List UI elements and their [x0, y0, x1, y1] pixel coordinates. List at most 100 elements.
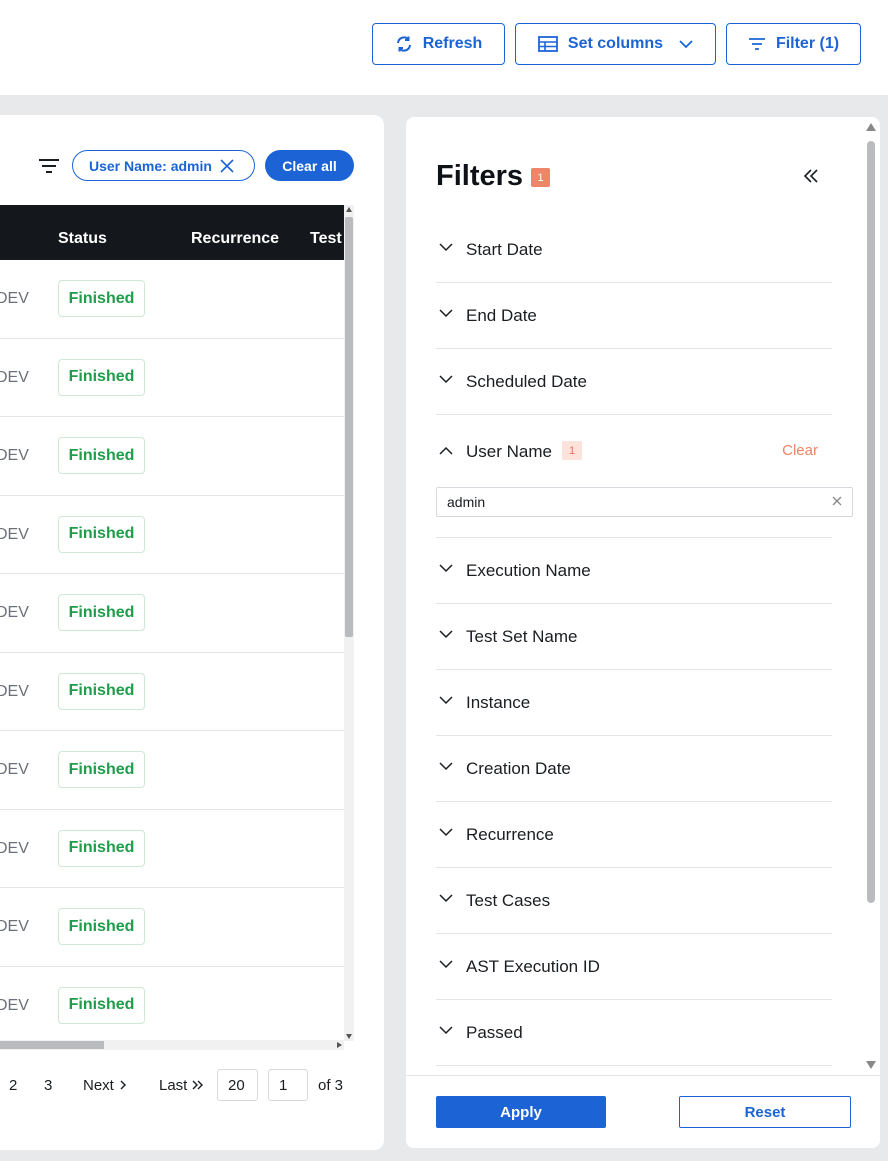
last-label: Last [159, 1076, 188, 1094]
chevron-down-icon [439, 894, 453, 903]
filters-title: Filters [436, 160, 524, 192]
status-badge: Finished [58, 358, 145, 396]
table-header: Status Recurrence Test [0, 205, 344, 260]
column-header-test[interactable]: Test [310, 230, 342, 248]
apply-button[interactable]: Apply [436, 1096, 606, 1128]
page-number-input[interactable]: 1 [268, 1069, 308, 1101]
instance-cell: DEV [0, 368, 29, 386]
filters-vertical-scrollbar[interactable] [863, 121, 879, 1071]
filter-label: Instance [466, 693, 531, 712]
scroll-right-arrow-icon[interactable] [337, 1042, 342, 1048]
instance-cell: DEV [0, 918, 29, 935]
chevron-down-icon [439, 828, 453, 837]
table-row[interactable]: DEV Finished [0, 260, 344, 339]
last-page-button[interactable]: Last [159, 1069, 204, 1101]
chevron-down-icon [439, 1026, 453, 1035]
filter-label: End Date [466, 306, 537, 325]
table-row[interactable]: DEV Finished [0, 731, 344, 810]
table-horizontal-scrollbar[interactable] [0, 1040, 344, 1050]
scroll-up-arrow-icon[interactable] [866, 123, 876, 131]
active-filter-chip[interactable]: User Name: admin [72, 150, 255, 181]
table-row[interactable]: DEV Finished [0, 417, 344, 496]
scrollbar-thumb[interactable] [345, 217, 353, 637]
page-size-select[interactable]: 20 [217, 1069, 258, 1101]
filter-label: Test Set Name [466, 627, 578, 646]
chevron-down-icon [439, 762, 453, 771]
table-row[interactable]: DEV Finished [0, 339, 344, 417]
status-badge: Finished [58, 594, 145, 631]
filter-label: Execution Name [466, 561, 591, 580]
filter-execution-name[interactable]: Execution Name [436, 538, 832, 604]
filter-ast-execution-id[interactable]: AST Execution ID [436, 934, 832, 1000]
close-icon[interactable] [220, 158, 234, 173]
status-badge: Finished [58, 515, 145, 553]
instance-cell: DEV [0, 447, 29, 464]
close-icon[interactable] [832, 496, 842, 506]
filter-button[interactable]: Filter (1) [726, 23, 861, 65]
chevron-up-icon [439, 446, 453, 455]
next-label: Next [83, 1076, 114, 1094]
column-header-status[interactable]: Status [58, 230, 107, 248]
collapse-panel-icon[interactable] [803, 168, 819, 184]
scrollbar-thumb[interactable] [867, 141, 875, 903]
table-row[interactable]: DEV Finished [0, 810, 344, 888]
status-badge: Finished [58, 986, 145, 1024]
filter-test-cases[interactable]: Test Cases [436, 868, 832, 934]
filter-instance[interactable]: Instance [436, 670, 832, 736]
table-vertical-scrollbar[interactable] [344, 205, 354, 1041]
page-total-label: of 3 [318, 1076, 344, 1094]
table-columns-icon [538, 36, 558, 52]
status-badge: Finished [58, 437, 145, 474]
set-columns-label: Set columns [567, 35, 664, 52]
instance-cell: DEV [0, 525, 29, 543]
table-row[interactable]: DEV Finished [0, 653, 344, 731]
filter-recurrence[interactable]: Recurrence [436, 802, 832, 868]
refresh-label: Refresh [422, 35, 483, 52]
reset-button[interactable]: Reset [679, 1096, 851, 1128]
clear-filter-link[interactable]: Clear [782, 442, 818, 459]
page-link-2[interactable]: 2 [9, 1069, 17, 1101]
filter-label: Recurrence [466, 825, 554, 844]
chevron-down-icon [439, 564, 453, 573]
refresh-button[interactable]: Refresh [372, 23, 505, 65]
instance-cell: DEV [0, 290, 29, 307]
status-badge: Finished [58, 829, 145, 867]
filter-end-date[interactable]: End Date [436, 283, 832, 349]
chevron-down-icon [439, 960, 453, 969]
user-name-value: admin [447, 494, 486, 510]
refresh-icon [396, 36, 411, 52]
table-body: DEV Finished DEV Finished DEV Finished DEV F… [0, 260, 344, 1045]
double-chevron-right-icon [192, 1080, 204, 1090]
scroll-down-arrow-icon[interactable] [346, 1034, 352, 1039]
filter-label: Test Cases [466, 891, 551, 910]
user-name-input[interactable]: admin [436, 487, 853, 517]
filter-count-badge: 1 [562, 441, 582, 460]
filter-scheduled-date[interactable]: Scheduled Date [436, 349, 832, 415]
filter-start-date[interactable]: Start Date [436, 217, 832, 283]
instance-cell: DEV [0, 682, 29, 700]
table-row[interactable]: DEV Finished [0, 574, 344, 653]
chevron-down-icon [439, 375, 453, 384]
filters-count-badge: 1 [531, 168, 550, 187]
table-row[interactable]: DEV Finished [0, 967, 344, 1045]
instance-cell: DEV [0, 839, 29, 857]
clear-all-button[interactable]: Clear all [265, 150, 354, 181]
instance-cell: DEV [0, 604, 29, 621]
table-row[interactable]: DEV Finished [0, 888, 344, 967]
filter-user-name[interactable]: User Name 1 Clear [436, 418, 832, 538]
column-header-recurrence[interactable]: Recurrence [191, 230, 279, 248]
status-badge: Finished [58, 280, 145, 317]
filter-creation-date[interactable]: Creation Date [436, 736, 832, 802]
filter-label: Scheduled Date [466, 372, 587, 391]
scroll-down-arrow-icon[interactable] [866, 1061, 876, 1069]
filter-test-set-name[interactable]: Test Set Name [436, 604, 832, 670]
scrollbar-thumb[interactable] [0, 1041, 104, 1049]
next-page-button[interactable]: Next [83, 1069, 127, 1101]
table-row[interactable]: DEV Finished [0, 496, 344, 574]
filter-lines-icon[interactable] [38, 158, 60, 174]
filter-passed[interactable]: Passed [436, 1000, 832, 1066]
set-columns-button[interactable]: Set columns [515, 23, 716, 65]
scroll-up-arrow-icon[interactable] [346, 207, 352, 212]
page-link-3[interactable]: 3 [44, 1069, 52, 1101]
chevron-down-icon [439, 696, 453, 705]
